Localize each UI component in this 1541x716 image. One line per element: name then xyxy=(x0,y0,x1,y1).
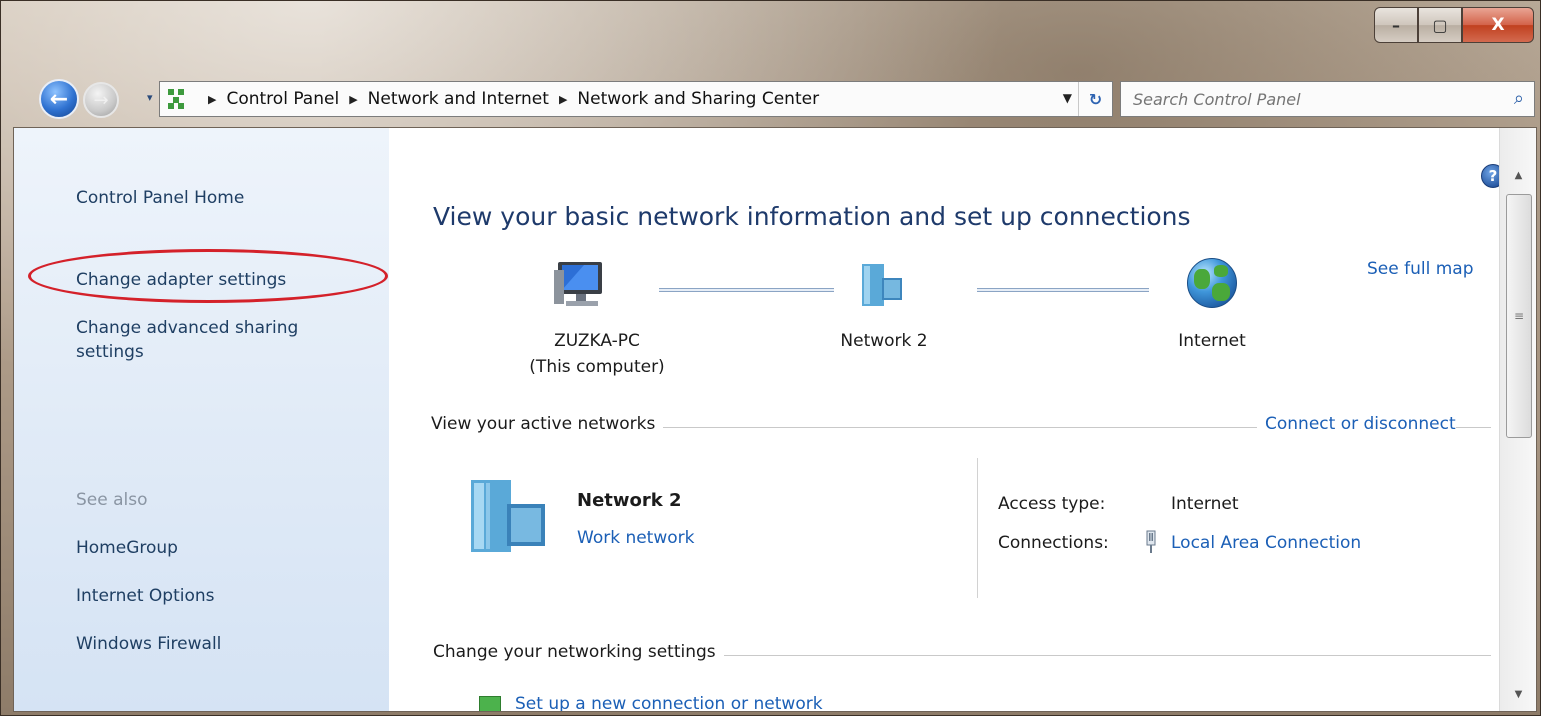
sidebar-item-homegroup[interactable]: HomeGroup xyxy=(76,536,178,560)
refresh-icon[interactable]: ↻ xyxy=(1078,82,1112,116)
connect-or-disconnect-link[interactable]: Connect or disconnect xyxy=(1257,414,1456,434)
breadcrumb-network-and-internet[interactable]: Network and Internet xyxy=(368,89,549,109)
recent-pages-dropdown[interactable]: ▾ xyxy=(147,91,153,104)
sidebar-item-windows-firewall[interactable]: Windows Firewall xyxy=(76,632,221,656)
internet-globe-icon[interactable] xyxy=(1187,258,1237,308)
connection-line xyxy=(977,288,1149,292)
sidebar-item-label: Change advanced sharing xyxy=(76,318,299,338)
search-input[interactable] xyxy=(1121,89,1491,109)
scroll-up-icon[interactable]: ▲ xyxy=(1500,158,1536,192)
back-button[interactable]: ← xyxy=(39,79,79,119)
sidebar-item-change-advanced-sharing[interactable]: Change advanced sharing settings xyxy=(76,316,298,364)
search-icon[interactable]: ⌕ xyxy=(1514,88,1524,109)
computer-node-label: ZUZKA-PC (This computer) xyxy=(507,328,687,380)
setup-connection-link[interactable]: Set up a new connection or network xyxy=(515,694,823,711)
access-type-label: Access type: xyxy=(998,494,1106,514)
network-icon[interactable] xyxy=(860,262,904,308)
computer-subtitle: (This computer) xyxy=(529,357,665,377)
main-content: ? View your basic network information an… xyxy=(389,128,1505,711)
computer-icon[interactable] xyxy=(554,260,608,310)
maximize-button[interactable]: ▢ xyxy=(1418,7,1462,43)
caption-buttons: – ▢ X xyxy=(1374,7,1534,43)
network-node-label: Network 2 xyxy=(840,331,928,351)
red-highlight-ellipse xyxy=(28,249,388,303)
local-area-connection-link[interactable]: Local Area Connection xyxy=(1171,533,1361,553)
connections-label: Connections: xyxy=(998,533,1109,553)
control-panel-icon xyxy=(166,88,190,110)
breadcrumb-control-panel[interactable]: Control Panel xyxy=(226,89,339,109)
vertical-divider xyxy=(977,458,978,598)
address-bar[interactable]: ▶ Control Panel ▶ Network and Internet ▶… xyxy=(159,81,1113,117)
active-networks-title: View your active networks xyxy=(431,414,664,434)
scroll-thumb[interactable]: ≡ xyxy=(1506,194,1532,438)
breadcrumb-separator-icon[interactable]: ▶ xyxy=(559,93,567,106)
breadcrumb-separator-icon[interactable]: ▶ xyxy=(349,93,357,106)
sidebar-item-internet-options[interactable]: Internet Options xyxy=(76,584,215,608)
change-settings-title: Change your networking settings xyxy=(433,642,724,662)
connection-line xyxy=(659,288,834,292)
setup-connection-row[interactable]: Set up a new connection or network xyxy=(479,694,919,711)
forward-button[interactable]: → xyxy=(83,82,119,118)
scroll-down-icon[interactable]: ▼ xyxy=(1500,677,1536,711)
sidebar-item-label: settings xyxy=(76,342,144,362)
setup-connection-icon xyxy=(479,696,501,711)
minimize-button[interactable]: – xyxy=(1374,7,1418,43)
vertical-scrollbar[interactable]: ▲ ≡ ▼ xyxy=(1499,128,1536,711)
see-full-map-link[interactable]: See full map xyxy=(1367,259,1474,279)
ethernet-plug-icon xyxy=(1146,530,1156,553)
page-title: View your basic network information and … xyxy=(433,202,1191,231)
computer-name: ZUZKA-PC xyxy=(554,331,640,351)
window-frame: – ▢ X ← → ▾ ▶ Control Panel ▶ Network an… xyxy=(0,0,1541,716)
close-button[interactable]: X xyxy=(1462,7,1534,43)
navigation-bar: ← → ▾ ▶ Control Panel ▶ Network and Inte… xyxy=(13,76,1537,122)
network-large-icon xyxy=(471,480,545,552)
sidebar: Control Panel Home Change adapter settin… xyxy=(14,128,389,711)
sidebar-item-control-panel-home[interactable]: Control Panel Home xyxy=(76,186,244,210)
client-area: Control Panel Home Change adapter settin… xyxy=(13,127,1537,712)
breadcrumb-network-and-sharing-center[interactable]: Network and Sharing Center xyxy=(577,89,819,109)
access-type-value: Internet xyxy=(1171,494,1239,514)
network-type-link[interactable]: Work network xyxy=(577,528,695,548)
breadcrumb-separator-icon[interactable]: ▶ xyxy=(208,93,216,106)
search-box[interactable]: ⌕ xyxy=(1120,81,1535,117)
active-network-name: Network 2 xyxy=(577,490,682,511)
see-also-heading: See also xyxy=(76,490,148,510)
internet-node-label: Internet xyxy=(1178,331,1246,351)
address-dropdown-icon[interactable]: ▼ xyxy=(1063,91,1072,105)
